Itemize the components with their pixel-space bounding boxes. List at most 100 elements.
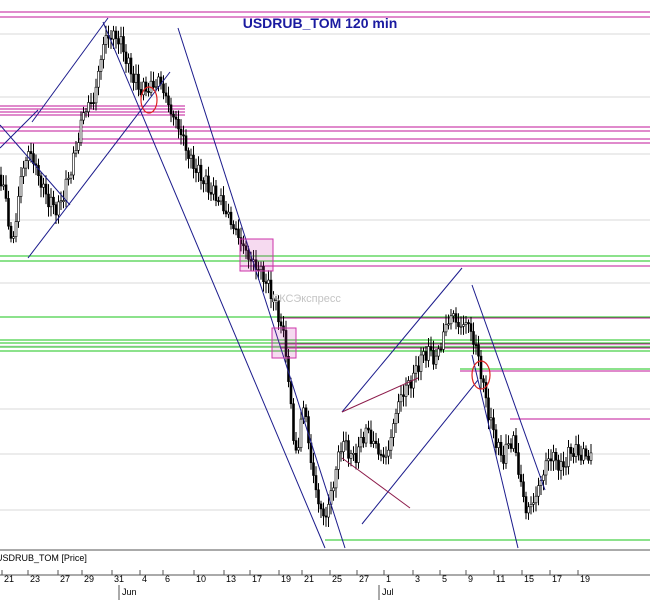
candle-body [167,95,170,106]
candle-body [154,86,158,88]
candle-body [182,134,185,137]
candle-body [422,351,425,356]
candle-body [134,73,138,83]
candle-body [532,502,535,505]
candle-body [462,324,465,327]
candle-body [579,454,583,461]
candle-body [132,73,135,83]
candle-body [569,446,573,454]
candle-body [122,36,125,53]
candle-body [54,204,58,216]
candle-body [537,485,540,497]
candle-body [172,113,175,118]
candle-body [214,185,218,201]
candle-body [137,73,140,90]
candle-body [304,407,308,417]
candle-body [464,322,468,325]
candle-body [197,164,200,173]
candle-body [399,394,403,403]
candle-body [432,349,435,365]
candle-body [492,417,495,431]
candle-body [279,321,283,327]
candle-body [104,35,108,45]
chart-title: USDRUB_TOM 120 min [243,15,398,31]
candle-body [484,382,488,399]
candle-body [2,184,5,187]
candle-body [102,44,105,60]
candle-body [114,30,118,39]
candle-body [549,458,553,462]
candle-body [369,429,373,444]
candle-body [299,418,303,448]
candle-body [582,448,585,461]
candle-body [229,211,233,225]
candle-body [99,59,103,72]
candle-body [507,443,510,446]
candle-body [184,135,188,151]
candle-body [124,51,128,64]
candle-body [337,451,340,470]
candle-body [394,413,398,424]
candle-body [584,448,588,457]
candle-body [439,348,443,351]
candle-body [189,154,193,159]
candle-body [224,210,228,215]
candle-body [362,436,365,444]
candle-body [89,102,93,105]
candle-body [529,503,533,508]
candle-body [379,453,383,456]
candle-body [192,154,195,169]
candle-body [327,504,330,518]
candle-body [119,36,123,45]
candle-body [452,313,455,317]
candle-body [392,423,395,438]
candle-body [289,381,293,405]
candle-body [557,459,560,471]
candle-body [162,83,165,94]
candle-body [92,102,95,105]
candle-body [82,112,85,121]
candle-body [194,168,198,173]
candle-body [517,452,520,475]
candle-body [352,452,355,455]
candle-body [324,515,328,518]
candle-body [542,474,545,481]
candle-body [297,447,300,451]
candle-body [227,211,230,215]
candle-body [377,443,380,455]
candle-body [482,378,485,383]
candle-body [404,384,408,397]
candle-body [177,119,180,130]
candle-body [559,461,563,471]
candle-body [264,281,268,284]
candle-body [169,104,173,115]
candle-body [187,150,190,159]
candle-body [357,446,360,463]
candle-body [364,427,368,444]
candle-body [157,76,160,87]
candle-body [562,461,565,468]
candle-body [344,440,348,443]
candle-body [147,91,150,93]
candle-body [477,344,480,357]
candle-body [9,225,13,239]
candle-body [489,417,493,421]
candle-body [207,175,210,193]
candle-body [479,355,483,380]
candle-body [234,228,238,231]
candle-body [12,236,15,239]
candle-body [0,174,3,187]
candle-body [504,443,508,464]
candle-body [402,394,405,397]
series-legend: USDRUB_TOM [Price] [0,553,87,563]
candle-body [267,279,270,284]
candle-body [564,466,568,469]
candle-body [419,354,423,372]
candle-body [199,164,203,181]
candle-body [502,454,505,464]
candle-body [22,167,25,177]
candle-body [79,119,83,143]
candle-body [339,451,343,454]
candle-body [84,111,88,114]
candle-body [384,455,388,458]
